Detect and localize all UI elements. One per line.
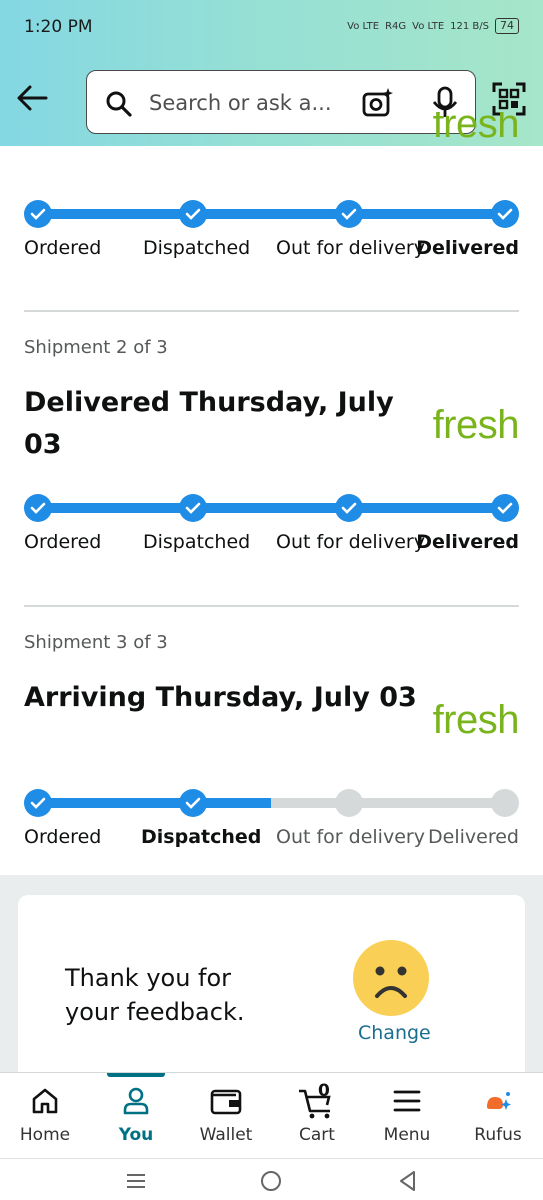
- step-check-icon: [24, 200, 52, 228]
- step-check-icon: [491, 200, 519, 228]
- nav-label: Rufus: [474, 1125, 522, 1145]
- nav-home[interactable]: Home: [0, 1073, 90, 1159]
- fresh-logo: fresh: [432, 698, 520, 742]
- home-icon: [0, 1085, 90, 1117]
- step-label: Ordered: [24, 531, 102, 553]
- shipment-3-progress-tracker: Ordered Dispatched Out for delivery Deli…: [24, 789, 519, 869]
- step-label: Dispatched: [143, 531, 251, 553]
- nav-rufus[interactable]: Rufus: [453, 1073, 543, 1159]
- step-check-icon: [335, 494, 363, 522]
- step-pending-dot: [491, 789, 519, 817]
- status-icons: Vo LTE R4G Vo LTE 121 B/S 74: [347, 18, 519, 34]
- shipment-status-title: Arriving Thursday, July 03: [24, 682, 417, 713]
- back-arrow-icon[interactable]: [14, 80, 54, 120]
- camera-search-icon[interactable]: [361, 86, 395, 124]
- step-check-icon: [491, 494, 519, 522]
- fresh-logo: fresh: [432, 403, 520, 447]
- step-check-icon: [179, 494, 207, 522]
- step-check-icon: [24, 789, 52, 817]
- divider: [24, 310, 519, 312]
- back-button-icon[interactable]: [396, 1169, 420, 1197]
- nav-cart[interactable]: 0 Cart: [272, 1073, 362, 1159]
- nav-label: You: [118, 1125, 154, 1145]
- feedback-message: Thank you for your feedback.: [65, 964, 245, 1026]
- network-indicator-1: Vo LTE: [347, 20, 380, 32]
- network-indicator-2: R4G: [385, 20, 407, 32]
- sad-face-icon: [353, 940, 429, 1016]
- feedback-card: Thank you for your feedback. Change: [18, 895, 525, 1080]
- fresh-logo: fresh: [432, 112, 519, 146]
- nav-label: Home: [19, 1125, 71, 1145]
- nav-menu[interactable]: Menu: [362, 1073, 452, 1159]
- step-label: Out for delivery: [276, 237, 425, 259]
- shipment-2-progress-tracker: Ordered Dispatched Out for delivery Deli…: [24, 494, 519, 574]
- cart-icon: 0: [272, 1081, 362, 1119]
- nav-wallet[interactable]: Wallet: [181, 1073, 271, 1159]
- step-check-icon: [335, 200, 363, 228]
- step-check-icon: [179, 200, 207, 228]
- status-time: 1:20 PM: [24, 17, 93, 37]
- step-label: Ordered: [24, 237, 102, 259]
- step-pending-dot: [335, 789, 363, 817]
- shipment-1-progress-tracker: Ordered Dispatched Out for delivery Deli…: [24, 200, 519, 280]
- step-label: Out for delivery: [276, 531, 425, 553]
- step-label: Ordered: [24, 826, 102, 848]
- shipment-status-title: Delivered Thursday, July 03: [24, 387, 394, 460]
- change-feedback-link[interactable]: Change: [358, 1022, 431, 1044]
- step-label: Delivered: [416, 237, 519, 259]
- search-bar[interactable]: [86, 70, 476, 134]
- divider: [24, 605, 519, 607]
- battery-indicator: 74: [495, 18, 519, 34]
- step-check-icon: [24, 494, 52, 522]
- user-icon: [91, 1085, 181, 1117]
- shipment-count: Shipment 2 of 3: [24, 337, 168, 358]
- rufus-icon: [453, 1085, 543, 1117]
- recent-apps-icon[interactable]: [124, 1169, 148, 1197]
- step-check-icon: [179, 789, 207, 817]
- menu-icon: [362, 1085, 452, 1117]
- nav-label: Wallet: [199, 1125, 253, 1145]
- shipment-count: Shipment 3 of 3: [24, 632, 168, 653]
- active-indicator: [107, 1073, 165, 1077]
- bottom-navigation: Home You Wallet 0 Cart Menu Rufus: [0, 1072, 543, 1158]
- network-indicator-3: Vo LTE: [412, 20, 445, 32]
- status-bar: 1:20 PM Vo LTE R4G Vo LTE 121 B/S 74: [24, 14, 519, 42]
- step-label: Dispatched: [141, 826, 262, 848]
- step-label: Out for delivery: [276, 826, 425, 848]
- step-label: Delivered: [416, 531, 519, 553]
- data-speed: 121 B/S: [450, 20, 489, 32]
- home-button-icon[interactable]: [259, 1169, 283, 1197]
- cart-count-badge: 0: [318, 1081, 330, 1101]
- nav-label: Menu: [383, 1125, 431, 1145]
- system-navigation-bar: [0, 1158, 543, 1200]
- nav-you[interactable]: You: [91, 1073, 181, 1159]
- step-label: Delivered: [428, 826, 519, 848]
- step-label: Dispatched: [143, 237, 251, 259]
- nav-label: Cart: [299, 1125, 335, 1145]
- search-icon: [105, 90, 133, 122]
- wallet-icon: [181, 1085, 271, 1117]
- search-input[interactable]: [147, 86, 347, 120]
